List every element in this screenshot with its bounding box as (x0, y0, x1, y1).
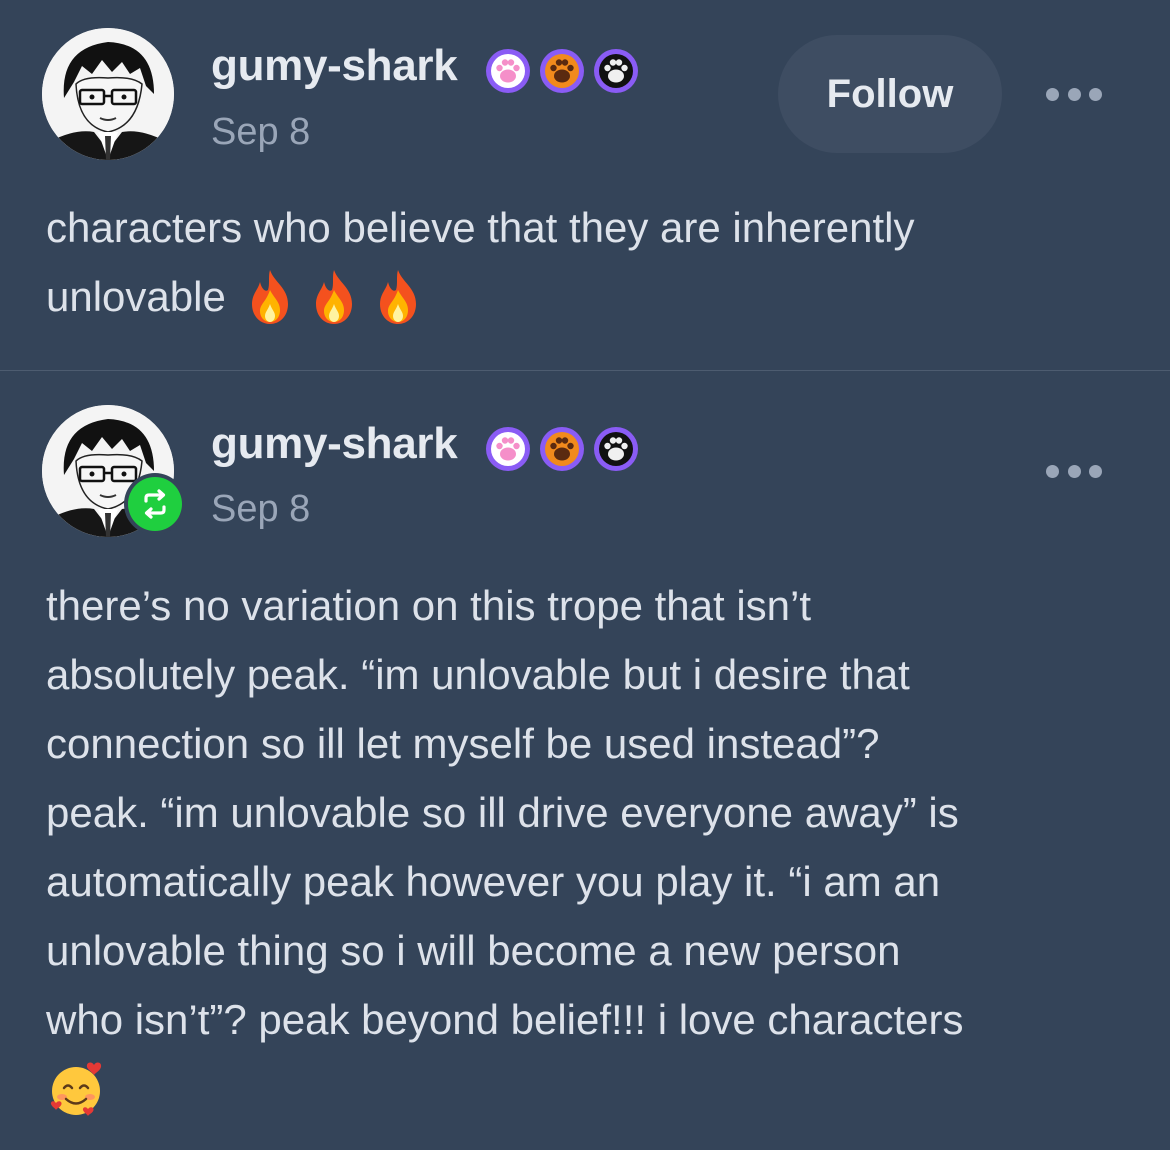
more-options-icon[interactable] (1046, 463, 1102, 479)
post-date[interactable]: Sep 8 (211, 487, 310, 531)
post-reblog: gumy-shark Sep 8 there’s no variation on… (0, 371, 1170, 1150)
post-text-line: characters who believe that they are inh… (46, 204, 915, 251)
follow-button[interactable]: Follow (778, 35, 1002, 153)
smiling-face-with-hearts-emoji-icon (46, 1059, 106, 1119)
post-text-line: unlovable (46, 273, 226, 320)
paw-badge-pink-icon[interactable] (486, 427, 530, 471)
post-text-line: peak. “im unlovable so ill drive everyon… (46, 789, 959, 836)
post-text-line: who isn’t”? peak beyond belief!!! i love… (46, 996, 964, 1043)
username[interactable]: gumy-shark (211, 41, 458, 91)
post-text-line: absolutely peak. “im unlovable but i des… (46, 651, 910, 698)
post-date[interactable]: Sep 8 (211, 110, 310, 154)
post-body: characters who believe that they are inh… (46, 193, 1136, 331)
badge-row (486, 49, 638, 93)
paw-badge-black-icon[interactable] (594, 49, 638, 93)
avatar[interactable] (42, 28, 174, 160)
post-text-line: automatically peak however you play it. … (46, 858, 941, 905)
reblog-icon (144, 489, 166, 519)
avatar-image (42, 28, 174, 160)
post-original: gumy-shark Sep 8 Follow characters who b… (0, 0, 1170, 370)
paw-badge-orange-icon[interactable] (540, 427, 584, 471)
post-body: there’s no variation on this trope that … (46, 571, 1136, 1123)
fire-emoji-icon (244, 268, 296, 326)
paw-badge-black-icon[interactable] (594, 427, 638, 471)
paw-badge-pink-icon[interactable] (486, 49, 530, 93)
paw-badge-orange-icon[interactable] (540, 49, 584, 93)
more-options-icon[interactable] (1046, 86, 1102, 102)
fire-emoji-icon (308, 268, 360, 326)
post-text-line: connection so ill let myself be used ins… (46, 720, 880, 767)
username[interactable]: gumy-shark (211, 419, 458, 469)
fire-emoji-icon (372, 268, 424, 326)
reblog-badge (124, 473, 186, 535)
post-text-line: there’s no variation on this trope that … (46, 582, 812, 629)
post-text-line: unlovable thing so i will become a new p… (46, 927, 901, 974)
badge-row (486, 427, 638, 471)
